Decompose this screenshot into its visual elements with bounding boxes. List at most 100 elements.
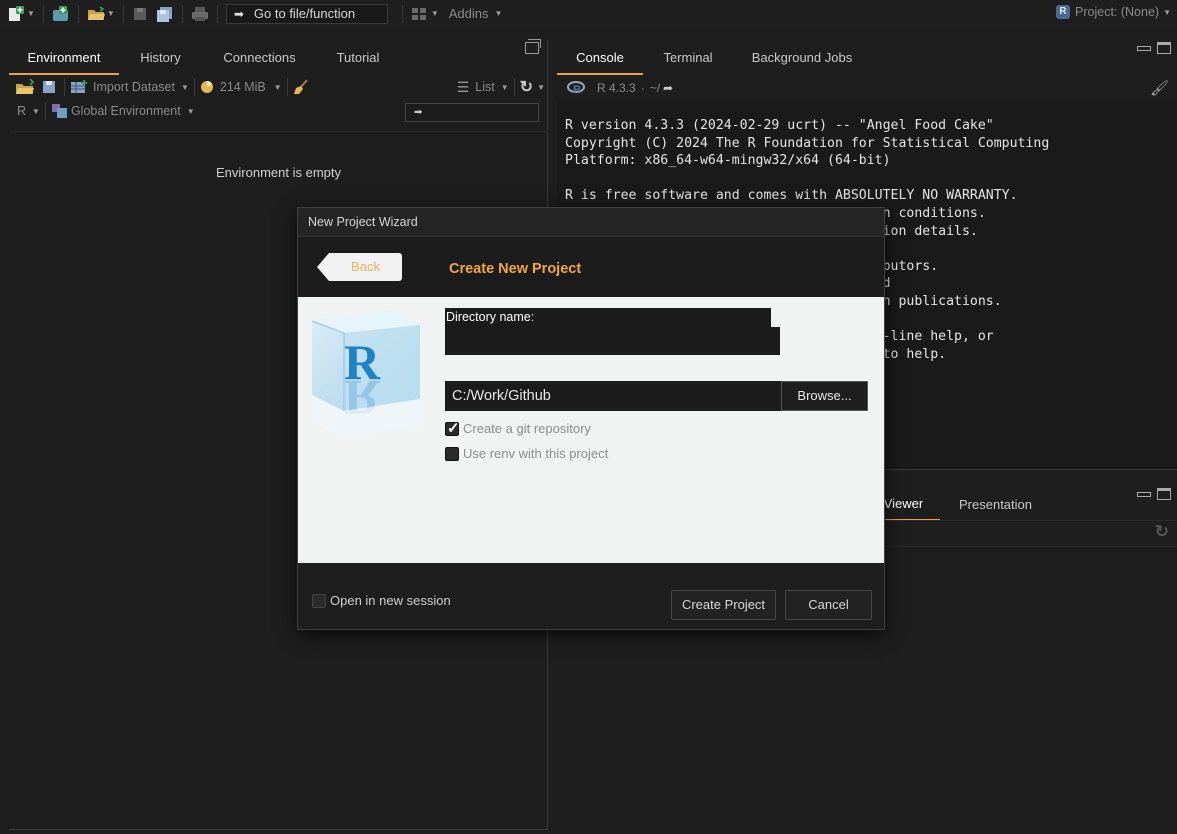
maximize-pane-icon[interactable] [1157,42,1171,54]
goto-label: Go to file/function [253,6,356,21]
maximize-pane-icon[interactable] [1157,488,1171,500]
git-label: Create a git repository [463,421,591,436]
open-new-session-checkbox[interactable] [312,593,326,608]
environment-icon [51,103,69,119]
print-button[interactable] [188,3,212,25]
dialog-heading: Create New Project [449,261,582,277]
separator-dot: · [640,80,645,95]
tab-tutorial[interactable]: Tutorial [317,50,399,75]
tab-environment[interactable]: Environment [9,50,119,75]
minimize-pane-icon[interactable] [1137,45,1151,51]
grid-icon [411,6,429,22]
import-dataset-button[interactable]: Import Dataset [93,80,175,94]
main-toolbar: ▼ ▼ ➡ Go to file/function ▼ Addins ▼ R P… [0,0,1177,27]
broom-icon[interactable] [293,79,311,95]
go-to-directory-icon[interactable]: ➦ [663,81,673,95]
divider [77,4,79,23]
divider [64,78,65,96]
svg-text:R: R [573,84,581,96]
divider [193,78,195,96]
dialog-header: Back Create New Project [298,237,884,297]
environment-toolbar: Import Dataset ▼ 214 MiB ▼ ☰ List ▼ ↻ ▼ [9,75,547,99]
tab-connections[interactable]: Connections [202,50,317,75]
list-icon: ☰ [456,78,470,95]
environment-empty-message: Environment is empty [216,165,341,180]
chevron-down-icon: ▼ [430,9,439,18]
global-environment-select[interactable]: Global Environment [71,104,181,118]
chevron-down-icon: ▼ [537,82,545,92]
browse-button[interactable]: Browse... [781,381,868,411]
pane-restore-icon[interactable] [525,39,541,54]
open-file-button[interactable]: ▼ [84,3,118,25]
create-project-button[interactable]: Create Project [671,590,776,620]
cancel-button[interactable]: Cancel [785,590,872,620]
directory-name-input[interactable] [445,327,780,355]
import-dataset-icon [70,79,90,95]
console-tabs: Console Terminal Background Jobs [557,40,1177,75]
new-project-icon [52,5,70,22]
tab-terminal[interactable]: Terminal [643,50,733,75]
divider [513,78,515,96]
new-file-icon [7,5,25,22]
view-mode-select[interactable]: List [475,80,494,94]
r-project-icon: R [1056,5,1071,19]
goto-file-function-input[interactable]: ➡ Go to file/function [225,3,388,24]
memory-usage[interactable]: 214 MiB [220,80,266,94]
open-new-session-option[interactable]: Open in new session [312,593,451,608]
tab-presentation[interactable]: Presentation [947,497,1044,522]
tab-history[interactable]: History [119,50,202,75]
chevron-down-icon: ▼ [106,9,115,18]
git-checkbox[interactable] [445,419,460,437]
chevron-down-icon: ▼ [32,106,40,116]
console-line: R version 4.3.3 (2024-02-29 ucrt) -- "An… [565,118,994,133]
load-workspace-icon[interactable] [15,78,37,95]
dialog-content: R R Directory name: C:/Work/Github Brows… [298,297,884,563]
memory-pie-icon [200,79,216,95]
addins-menu[interactable]: Addins ▼ [446,3,506,25]
directory-name-label: Directory name: [445,308,771,327]
tab-console[interactable]: Console [557,50,643,75]
arrow-right-icon: ➡ [233,6,244,21]
divider [286,78,288,96]
working-directory[interactable]: ~/ [650,81,660,95]
environment-search-input[interactable]: ➡ [405,103,539,122]
console-line: Platform: x86_64-w64-mingw32/x64 (64-bit… [565,153,891,169]
divider [9,131,548,132]
renv-checkbox[interactable] [445,446,459,461]
workspace-panes-button[interactable]: ▼ [408,3,442,25]
chevron-down-icon: ▼ [494,9,503,18]
divider [122,4,124,23]
minimize-pane-icon[interactable] [1137,491,1151,497]
divider [42,4,44,23]
r-version-badge: R 4.3.3 [597,80,636,95]
console-info-bar: R R 4.3.3 · ~/ ➦ 🖌 [557,75,1177,100]
chevron-down-icon: ▼ [186,106,195,116]
addins-label: Addins [448,6,489,21]
new-project-button[interactable] [49,3,73,25]
console-line: Copyright (C) 2024 The R Foundation for … [565,135,1050,151]
r-logo-icon: R [567,80,585,96]
refresh-icon[interactable]: ↻ [520,77,533,97]
git-repository-option[interactable]: Create a git repository [445,419,591,437]
new-file-button[interactable]: ▼ [4,3,38,25]
divider [216,4,218,23]
back-button[interactable]: Back [317,253,402,281]
folder-open-icon [87,5,105,22]
save-workspace-icon[interactable] [41,79,59,95]
parent-directory-input[interactable]: C:/Work/Github [445,381,781,411]
divider [181,4,183,23]
project-label: Project: (None) [1075,5,1160,19]
renv-label: Use renv with this project [463,446,609,461]
language-select[interactable]: R [17,104,26,118]
print-icon [191,6,209,22]
divider [44,102,46,120]
environment-tabs: Environment History Connections Tutorial [9,39,547,75]
save-button[interactable] [129,3,153,25]
refresh-icon[interactable]: ↻ [1155,522,1169,542]
r-cube-logo: R R [308,307,424,437]
renv-option[interactable]: Use renv with this project [445,446,608,461]
project-menu[interactable]: R Project: (None) ▼ [1056,5,1171,19]
clear-console-icon[interactable]: 🖌 [1150,79,1169,97]
tab-background-jobs[interactable]: Background Jobs [733,50,871,75]
save-all-button[interactable] [153,3,177,25]
